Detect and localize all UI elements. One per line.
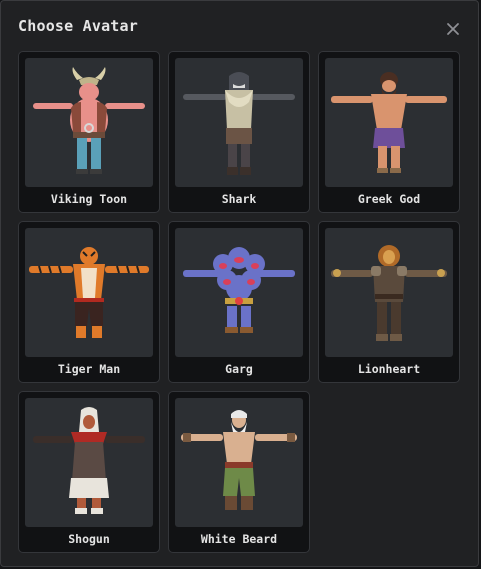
close-button[interactable]: [442, 18, 464, 40]
garg-figure: [183, 247, 295, 333]
avatar-name: Viking Toon: [50, 192, 128, 206]
avatar-grid: Viking Toon Shark Greek God Tiger Man Ga…: [18, 51, 460, 553]
avatar-name: Lionheart: [357, 362, 421, 376]
avatar-card-lionheart[interactable]: Lionheart: [318, 221, 460, 383]
avatar-card-white-beard[interactable]: White Beard: [168, 391, 310, 553]
viking-toon-figure: [33, 67, 145, 174]
avatar-name: Garg: [225, 362, 253, 376]
close-icon: [447, 23, 459, 35]
avatar-card-greek-god[interactable]: Greek God: [318, 51, 460, 213]
avatar-card-shark[interactable]: Shark: [168, 51, 310, 213]
avatar-card-viking-toon[interactable]: Viking Toon: [18, 51, 160, 213]
avatar-thumbnail: [25, 228, 153, 357]
tiger-man-figure: [29, 247, 149, 338]
avatar-card-shogun[interactable]: Shogun: [18, 391, 160, 553]
avatar-card-tiger-man[interactable]: Tiger Man: [18, 221, 160, 383]
avatar-thumbnail: [325, 58, 453, 187]
avatar-thumbnail: [175, 228, 303, 357]
white-beard-figure: [181, 410, 297, 510]
avatar-thumbnail: [25, 58, 153, 187]
avatar-name: Greek God: [357, 192, 421, 206]
dialog-title: Choose Avatar: [18, 17, 138, 35]
lionheart-figure: [331, 245, 447, 341]
avatar-name: Tiger Man: [57, 362, 121, 376]
avatar-name: White Beard: [200, 532, 278, 546]
avatar-thumbnail: [25, 398, 153, 527]
avatar-name: Shogun: [68, 532, 110, 546]
choose-avatar-dialog: Choose Avatar Viking Toon Shark Greek Go…: [0, 0, 479, 567]
avatar-thumbnail: [325, 228, 453, 357]
avatar-name: Shark: [221, 192, 257, 206]
greek-god-figure: [331, 72, 447, 173]
shark-figure: [183, 72, 295, 175]
avatar-thumbnail: [175, 398, 303, 527]
avatar-thumbnail: [175, 58, 303, 187]
avatar-card-garg[interactable]: Garg: [168, 221, 310, 383]
shogun-figure: [33, 407, 145, 514]
